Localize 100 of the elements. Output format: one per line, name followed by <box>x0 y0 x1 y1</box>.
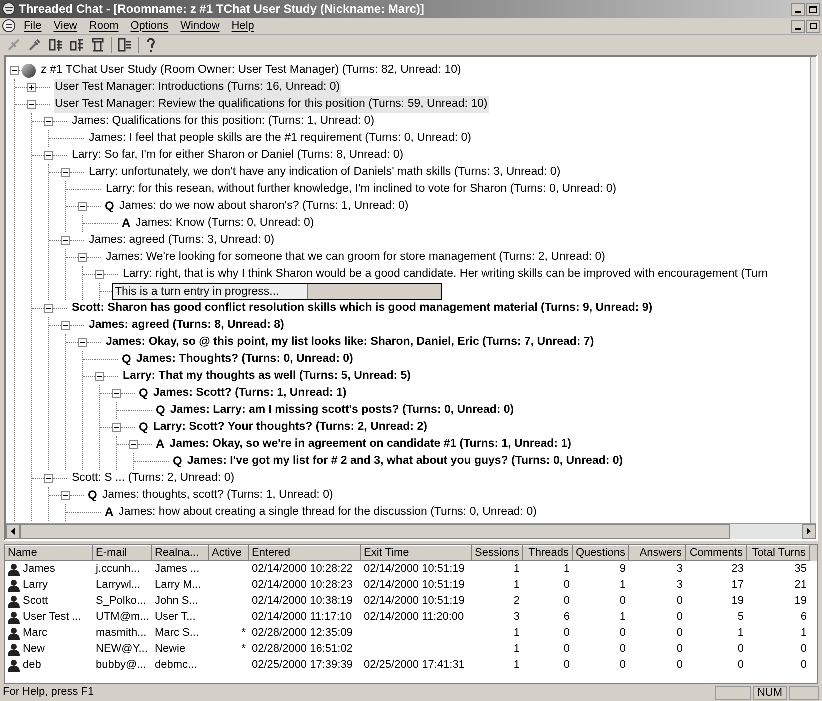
minimize-button[interactable] <box>791 2 805 16</box>
thread-title[interactable]: James: Larry: am I missing scott's posts? (Turns: 0, Unread: 0) <box>169 402 516 419</box>
thread-title[interactable]: James: Okay, so @ this point, my list looks like: Sharon, Daniel, Eric (Turns: 7, Unread: 7) <box>105 334 596 351</box>
thread-title[interactable]: User Test Manager: Introductions (Turns: 16, Unread: 0) <box>54 79 342 96</box>
thread-title[interactable]: Larry: right, that is why I think Sharon would be a good candidate. Her writing skills can be improved with encouragement (Turn <box>122 266 770 283</box>
thread-title[interactable]: James: I've got my list for # 2 and 3, what about you guys? (Turns: 0, Unread: 0) <box>186 453 624 470</box>
answer-marker: A <box>122 215 131 232</box>
minimize-button[interactable] <box>791 20 805 32</box>
column-header[interactable]: Comments <box>686 545 747 561</box>
maximize-button[interactable] <box>806 2 820 16</box>
thread-title[interactable]: James: We're looking for someone that we can groom for store management (Turns: 2, Unread: 0) <box>105 249 606 266</box>
column-header[interactable]: Threads <box>523 545 573 561</box>
collapse-icon[interactable] <box>44 474 53 483</box>
collapse-icon[interactable] <box>44 117 53 126</box>
thread-title[interactable]: z #1 TChat User Study (Room Owner: User Test Manager) (Turns: 82, Unread: 10) <box>40 62 462 79</box>
table-cell-text: 0 <box>800 642 807 657</box>
column-header[interactable]: Sessions <box>472 545 523 561</box>
table-cell-text: 0 <box>676 642 683 657</box>
collapse-icon[interactable] <box>112 389 121 398</box>
table-cell-text: Larry <box>23 578 48 593</box>
thread-icon[interactable] <box>48 37 64 53</box>
menu-item[interactable]: Help <box>226 18 260 34</box>
thread-title[interactable]: Larry: Scott? Your thoughts? (Turns: 2, Unread: 2) <box>152 419 428 436</box>
collapse-icon[interactable] <box>27 100 36 109</box>
thread-title[interactable]: James: agreed (Turns: 3, Unread: 0) <box>88 232 276 249</box>
help-icon[interactable] <box>144 37 158 53</box>
collapse-icon[interactable] <box>95 270 104 279</box>
column-header[interactable]: Questions <box>573 545 629 561</box>
menu-item[interactable]: View <box>48 18 84 34</box>
column-header[interactable]: E-mail <box>93 545 152 561</box>
app-icon <box>2 2 16 16</box>
collapse-icon[interactable] <box>78 253 87 262</box>
column-header[interactable]: Name <box>5 545 93 561</box>
table-cell-text: 3 <box>514 610 520 625</box>
table-cell-text: 02/25/2000 17:41:31 <box>364 658 465 673</box>
thread-title[interactable]: James: agreed (Turns: 8, Unread: 8) <box>88 317 286 334</box>
thread-title[interactable]: James: do we now about sharon's? (Turns: 1, Unread: 0) <box>118 198 410 215</box>
thread-title[interactable]: Larry: for this resean, without further knowledge, I'm inclined to vote for Sharon (Turns: 0, Unread: 0) <box>105 181 618 198</box>
question-marker: Q <box>139 385 148 402</box>
menu-item[interactable]: File <box>18 18 48 34</box>
document-icon <box>2 19 16 33</box>
collapse-icon[interactable] <box>61 236 70 245</box>
thread-title[interactable]: James: Okay, so we're in agreement on candidate #1 (Turns: 1, Unread: 1) <box>168 436 572 453</box>
thread-title[interactable]: User Test Manager: Review the qualifications for this position (Turns: 59, Unread: 10) <box>54 96 489 113</box>
scroll-right-button[interactable] <box>802 524 816 539</box>
column-header[interactable]: Realna... <box>152 545 209 561</box>
column-header[interactable]: Total Turns <box>747 545 810 561</box>
thread-title[interactable]: James: thoughts, scott? (Turns: 1, Unread: 0) <box>101 487 334 504</box>
thread-title[interactable]: James: Thoughts? (Turns: 0, Unread: 0) <box>135 351 354 368</box>
column-header[interactable]: Active <box>209 545 249 561</box>
table-cell-text: 02/14/2000 10:51:19 <box>364 594 465 609</box>
thread-title[interactable]: Scott: Sharon has good conflict resolution skills which is good management material (Turns: 9, Unread: 9) <box>71 300 654 317</box>
menu-item[interactable]: Room <box>83 18 125 34</box>
thread-icon[interactable] <box>117 37 133 53</box>
menu-item[interactable]: Window <box>174 18 226 34</box>
table-cell-text: 02/28/2000 12:35:09 <box>252 626 353 641</box>
table-cell-text: 0 <box>676 626 683 641</box>
thread-title[interactable]: James: Know (Turns: 0, Unread: 0) <box>134 215 316 232</box>
restore-button[interactable] <box>806 20 820 32</box>
globe-icon <box>22 64 36 78</box>
collapse-icon[interactable] <box>61 321 70 330</box>
scroll-left-button[interactable] <box>6 524 20 539</box>
menu-item[interactable]: Options <box>124 18 175 34</box>
vertical-scrollbar[interactable] <box>810 57 816 523</box>
collapse-icon[interactable] <box>78 338 87 347</box>
table-cell-text: 02/14/2000 10:28:22 <box>252 562 353 577</box>
thread-title[interactable]: James: Qualifications for this position: (Turns: 1, Unread: 0) <box>71 113 376 130</box>
table-cell-text: Larry M... <box>155 578 202 593</box>
column-header[interactable]: Entered <box>249 545 361 561</box>
collapse-icon[interactable] <box>78 202 87 211</box>
thread-icon[interactable] <box>69 37 85 53</box>
collapse-icon[interactable] <box>95 372 104 381</box>
table-cell-text: 0 <box>564 626 570 641</box>
thread-title[interactable]: Scott: S ... (Turns: 2, Unread: 0) <box>71 470 236 487</box>
table-cell-text: 1 <box>564 562 570 577</box>
answer-marker: A <box>156 436 165 453</box>
collapse-icon[interactable] <box>61 168 70 177</box>
thread-title[interactable]: James: Scott? (Turns: 1, Unread: 1) <box>152 385 348 402</box>
collapse-icon[interactable] <box>112 423 121 432</box>
thread-title[interactable]: Larry: So far, I'm for either Sharon or Daniel (Turns: 8, Unread: 0) <box>71 147 405 164</box>
expand-icon[interactable] <box>27 83 36 92</box>
column-header[interactable]: Answers <box>629 545 686 561</box>
thread-title[interactable]: James: I feel that people skills are the #1 requirement (Turns: 0, Unread: 0) <box>88 130 472 147</box>
column-header[interactable]: Exit Time <box>361 545 472 561</box>
thread-title[interactable]: James: how about creating a single thread for the discussion (Turns: 0, Unread: 0) <box>118 504 538 521</box>
collapse-icon[interactable] <box>10 66 19 75</box>
table-cell-text: 6 <box>564 610 570 625</box>
horizontal-scrollbar[interactable] <box>6 523 816 539</box>
collapse-icon[interactable] <box>61 491 70 500</box>
table-cell-text: James ... <box>155 562 200 577</box>
user-icon <box>8 658 20 672</box>
entry-field[interactable]: This is a turn entry in progress... <box>112 283 442 300</box>
thread-title[interactable]: Larry: That my thoughts as well (Turns: 5, Unread: 5) <box>122 368 412 385</box>
plug-icon[interactable] <box>27 37 43 53</box>
thread-title[interactable]: Larry: unfortunately, we don't have any indication of Daniels' math skills (Turns: 3, Unread: 0) <box>88 164 562 181</box>
collapse-icon[interactable] <box>44 304 53 313</box>
scroll-thumb[interactable] <box>20 524 730 539</box>
thread-icon[interactable] <box>90 37 106 53</box>
collapse-icon[interactable] <box>44 151 53 160</box>
collapse-icon[interactable] <box>129 440 138 449</box>
